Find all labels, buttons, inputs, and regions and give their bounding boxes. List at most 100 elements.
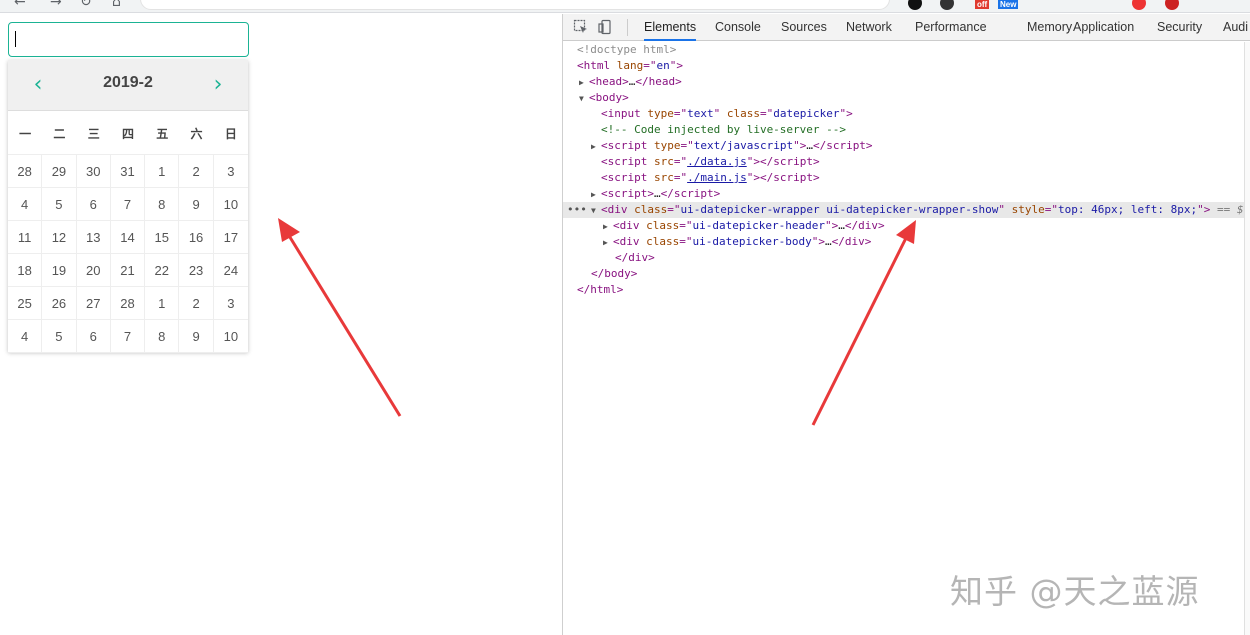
home-icon[interactable]: ⌂ [112, 0, 121, 10]
day-cell[interactable]: 20 [76, 254, 111, 287]
next-month-icon[interactable]: › [208, 72, 228, 98]
address-bar[interactable] [140, 0, 890, 10]
day-cell[interactable]: 15 [145, 221, 180, 254]
tab-performance[interactable]: Performance [915, 14, 987, 41]
weekday-row: 一二三四五六日 [8, 112, 248, 154]
back-icon[interactable]: ← [14, 0, 26, 10]
tab-network[interactable]: Network [846, 14, 892, 41]
day-cell[interactable]: 24 [213, 254, 248, 287]
dom-datepicker-wrapper[interactable]: ••• ▼ <div class="ui-datepicker-wrapper ui… [563, 202, 1250, 218]
day-cell[interactable]: 31 [110, 155, 146, 188]
day-cell[interactable]: 14 [110, 221, 146, 254]
inspect-element-icon[interactable] [573, 19, 589, 35]
day-cell[interactable]: 29 [42, 155, 77, 188]
expand-triangle-icon[interactable]: ▶ [579, 75, 589, 91]
day-cell[interactable]: 10 [213, 188, 248, 221]
dom-head[interactable]: ▶ <head>…</head> [563, 74, 1250, 90]
day-cell[interactable]: 8 [145, 320, 180, 353]
day-cell[interactable]: 19 [42, 254, 77, 287]
collapse-triangle-icon[interactable]: ▼ [591, 203, 601, 219]
expand-triangle-icon[interactable]: ▶ [603, 235, 613, 251]
expand-triangle-icon[interactable]: ▶ [591, 139, 601, 155]
tab-console[interactable]: Console [715, 14, 761, 41]
dom-doctype[interactable]: <!doctype html> [563, 42, 1250, 58]
script-src-link[interactable]: ./data.js [687, 155, 747, 168]
day-cell[interactable]: 10 [213, 320, 248, 353]
day-cell[interactable]: 25 [8, 287, 43, 320]
day-cell[interactable]: 2 [179, 287, 214, 320]
dom-script-collapsed[interactable]: ▶ <script>…</script> [563, 186, 1250, 202]
dom-html-close[interactable]: </html> [563, 282, 1250, 298]
reload-icon[interactable]: ↻ [80, 0, 92, 10]
expand-triangle-icon[interactable]: ▶ [591, 187, 601, 203]
day-cell[interactable]: 8 [145, 188, 180, 221]
day-cell[interactable]: 1 [145, 287, 180, 320]
dom-body-open[interactable]: ▼ <body> [563, 90, 1250, 106]
day-cell[interactable]: 27 [76, 287, 111, 320]
attr-value: ui-datepicker-body [692, 235, 812, 248]
dom-div-close[interactable]: </div> [563, 250, 1250, 266]
day-cell[interactable]: 4 [8, 320, 43, 353]
dom-comment[interactable]: <!-- Code injected by live-server --> [563, 122, 1250, 138]
day-cell[interactable]: 3 [213, 287, 248, 320]
day-cell[interactable]: 5 [42, 188, 77, 221]
day-cell[interactable]: 3 [213, 155, 248, 188]
dom-body-close[interactable]: </body> [563, 266, 1250, 282]
day-cell[interactable]: 23 [179, 254, 214, 287]
dom-script-data[interactable]: <script src="./data.js"></script> [563, 154, 1250, 170]
day-cell[interactable]: 21 [110, 254, 146, 287]
dom-datepicker-body[interactable]: ▶ <div class="ui-datepicker-body">…</div> [563, 234, 1250, 250]
extension-icon[interactable] [1165, 0, 1179, 10]
collapse-triangle-icon[interactable]: ▼ [579, 91, 589, 107]
day-cell[interactable]: 11 [8, 221, 43, 254]
day-cell[interactable]: 9 [179, 188, 214, 221]
day-cell[interactable]: 26 [42, 287, 77, 320]
dom-datepicker-header[interactable]: ▶ <div class="ui-datepicker-header">…</di… [563, 218, 1250, 234]
collapsed-ellipsis: … [806, 139, 813, 152]
doctype-text: <!doctype html> [577, 43, 677, 56]
dom-script-inline[interactable]: ▶ <script type="text/javascript">…</scrip… [563, 138, 1250, 154]
device-toolbar-icon[interactable] [598, 19, 614, 35]
day-cell[interactable]: 6 [76, 188, 111, 221]
day-cell[interactable]: 17 [213, 221, 248, 254]
more-options-icon[interactable]: ••• [567, 202, 587, 218]
day-cell[interactable]: 16 [179, 221, 214, 254]
day-cell[interactable]: 13 [76, 221, 111, 254]
tab-security[interactable]: Security [1157, 14, 1202, 41]
day-cell[interactable]: 28 [8, 155, 43, 188]
weekday-label: 日 [224, 126, 237, 141]
day-cell[interactable]: 9 [179, 320, 214, 353]
day-cell[interactable]: 22 [145, 254, 180, 287]
forward-icon[interactable]: → [50, 0, 62, 10]
extension-icon[interactable] [940, 0, 954, 10]
day-cell[interactable]: 7 [110, 320, 146, 353]
expand-triangle-icon[interactable]: ▶ [603, 219, 613, 235]
day-cell[interactable]: 12 [42, 221, 77, 254]
dom-script-main[interactable]: <script src="./main.js"></script> [563, 170, 1250, 186]
tab-elements[interactable]: Elements [644, 14, 697, 41]
day-cell[interactable]: 30 [76, 155, 111, 188]
extension-badge-off[interactable]: off [975, 0, 990, 9]
dom-html-open[interactable]: <html lang="en"> [563, 58, 1250, 74]
extension-badge-new[interactable]: New [998, 0, 1019, 9]
day-cell[interactable]: 7 [110, 188, 146, 221]
devtools-panel: Elements Console Sources Network Performance… [562, 14, 1250, 635]
script-src-link[interactable]: ./main.js [687, 171, 747, 184]
extension-icon[interactable] [1132, 0, 1146, 10]
day-cell[interactable]: 18 [8, 254, 43, 287]
day-cell[interactable]: 28 [110, 287, 146, 320]
tab-audi[interactable]: Audi [1223, 14, 1248, 41]
dom-input[interactable]: <input type="text" class="datepicker"> [563, 106, 1250, 122]
devtools-scrollbar[interactable] [1244, 42, 1250, 635]
day-cell[interactable]: 6 [76, 320, 111, 353]
day-cell[interactable]: 4 [8, 188, 43, 221]
tab-memory[interactable]: Memory [1027, 14, 1072, 41]
attr-value: en [656, 59, 670, 72]
day-cell[interactable]: 5 [42, 320, 77, 353]
tab-application[interactable]: Application [1073, 14, 1134, 41]
datepicker-input[interactable] [8, 22, 249, 57]
day-cell[interactable]: 1 [145, 155, 180, 188]
extension-icon[interactable] [908, 0, 922, 10]
day-cell[interactable]: 2 [179, 155, 214, 188]
tab-sources[interactable]: Sources [781, 14, 827, 41]
